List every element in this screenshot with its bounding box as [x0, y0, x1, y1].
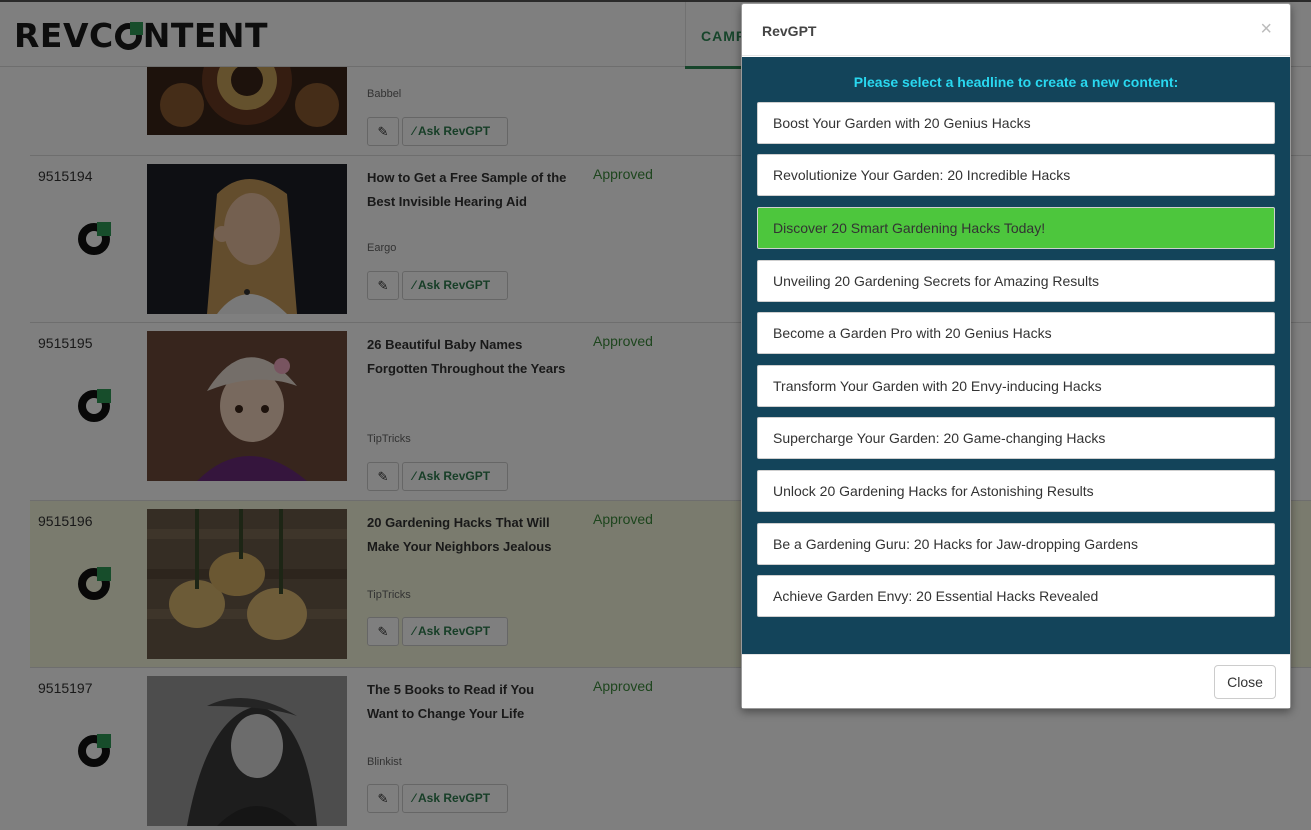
close-button[interactable]: Close: [1214, 665, 1276, 699]
headline-option[interactable]: Achieve Garden Envy: 20 Essential Hacks …: [757, 575, 1275, 617]
headline-option[interactable]: Unlock 20 Gardening Hacks for Astonishin…: [757, 470, 1275, 512]
modal-header: RevGPT ×: [742, 4, 1290, 56]
close-icon[interactable]: ×: [1260, 19, 1272, 39]
headline-option-selected[interactable]: Discover 20 Smart Gardening Hacks Today!: [757, 207, 1275, 249]
headline-option[interactable]: Unveiling 20 Gardening Secrets for Amazi…: [757, 260, 1275, 302]
headline-prompt: Please select a headline to create a new…: [853, 74, 1179, 90]
headline-option[interactable]: Transform Your Garden with 20 Envy-induc…: [757, 365, 1275, 407]
headline-option[interactable]: Supercharge Your Garden: 20 Game-changin…: [757, 417, 1275, 459]
revgpt-modal: RevGPT × Please select a headline to cre…: [741, 3, 1291, 709]
headline-option[interactable]: Revolutionize Your Garden: 20 Incredible…: [757, 154, 1275, 196]
modal-body: Please select a headline to create a new…: [742, 57, 1290, 654]
modal-footer: Close: [742, 654, 1290, 708]
headline-option[interactable]: Become a Garden Pro with 20 Genius Hacks: [757, 312, 1275, 354]
headline-option[interactable]: Boost Your Garden with 20 Genius Hacks: [757, 102, 1275, 144]
headline-option[interactable]: Be a Gardening Guru: 20 Hacks for Jaw-dr…: [757, 523, 1275, 565]
modal-title: RevGPT: [762, 23, 817, 39]
